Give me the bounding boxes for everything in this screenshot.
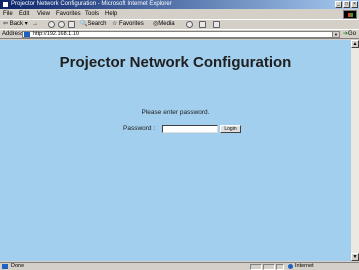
close-button[interactable]: × [351, 1, 358, 8]
status-pane [250, 264, 262, 270]
favorites-button[interactable]: ☆ Favorites [112, 20, 144, 29]
password-prompt: Please enter password. [141, 109, 210, 116]
address-dropdown-icon[interactable]: ▼ [332, 32, 339, 37]
windows-logo-icon [343, 10, 357, 19]
status-text: Done [11, 263, 25, 269]
menu-tools[interactable]: Tools [85, 10, 99, 19]
page-title: Projector Network Configuration [59, 54, 292, 71]
media-button[interactable]: ◎Media [153, 20, 175, 29]
internet-zone-icon [288, 264, 293, 269]
refresh-icon[interactable] [58, 21, 65, 28]
address-label: Address [2, 31, 25, 37]
menu-help[interactable]: Help [105, 10, 117, 19]
scroll-up-icon[interactable]: ▲ [351, 40, 359, 48]
page-content: Projector Network Configuration Please e… [0, 40, 351, 261]
home-icon[interactable] [68, 21, 75, 28]
menu-favorites[interactable]: Favorites [56, 10, 81, 19]
history-icon[interactable] [186, 21, 193, 28]
maximize-button[interactable]: □ [343, 1, 350, 8]
address-input[interactable]: http://192.168.1.10 ▼ [22, 31, 340, 38]
zone-label: Internet [295, 263, 314, 269]
page-done-icon [2, 264, 8, 269]
status-pane [263, 264, 275, 270]
title-bar[interactable]: Projector Network Configuration - Micros… [0, 0, 359, 9]
address-value: http://192.168.1.10 [33, 31, 79, 37]
page-icon [24, 32, 30, 37]
vertical-scrollbar[interactable]: ▲ ▼ [351, 40, 359, 261]
browser-window: Projector Network Configuration - Micros… [0, 0, 359, 270]
search-button[interactable]: 🔍Search [80, 20, 107, 29]
menu-edit[interactable]: Edit [19, 10, 29, 19]
menu-file[interactable]: File [3, 10, 13, 19]
login-button[interactable]: Login [220, 125, 241, 133]
mail-icon[interactable] [199, 21, 206, 28]
menu-view[interactable]: View [37, 10, 50, 19]
minimize-button[interactable]: _ [335, 1, 342, 8]
back-button[interactable]: ⇦ Back ▾ [3, 20, 28, 29]
status-pane [276, 264, 284, 270]
go-button[interactable]: ➔Go [343, 30, 356, 39]
password-label: Password : [123, 125, 156, 132]
menu-bar: File Edit View Favorites Tools Help [0, 10, 359, 19]
scroll-down-icon[interactable]: ▼ [351, 253, 359, 261]
window-title: Projector Network Configuration - Micros… [11, 1, 172, 7]
status-bar: Done Internet [0, 262, 359, 270]
stop-icon[interactable] [48, 21, 55, 28]
forward-button[interactable]: → [32, 20, 38, 29]
print-icon[interactable] [213, 21, 220, 28]
ie-icon [2, 1, 9, 8]
address-bar: Address http://192.168.1.10 ▼ ➔Go [0, 29, 359, 39]
password-field[interactable] [162, 125, 218, 133]
toolbar: ⇦ Back ▾ → 🔍Search ☆ Favorites ◎Media [0, 19, 359, 28]
